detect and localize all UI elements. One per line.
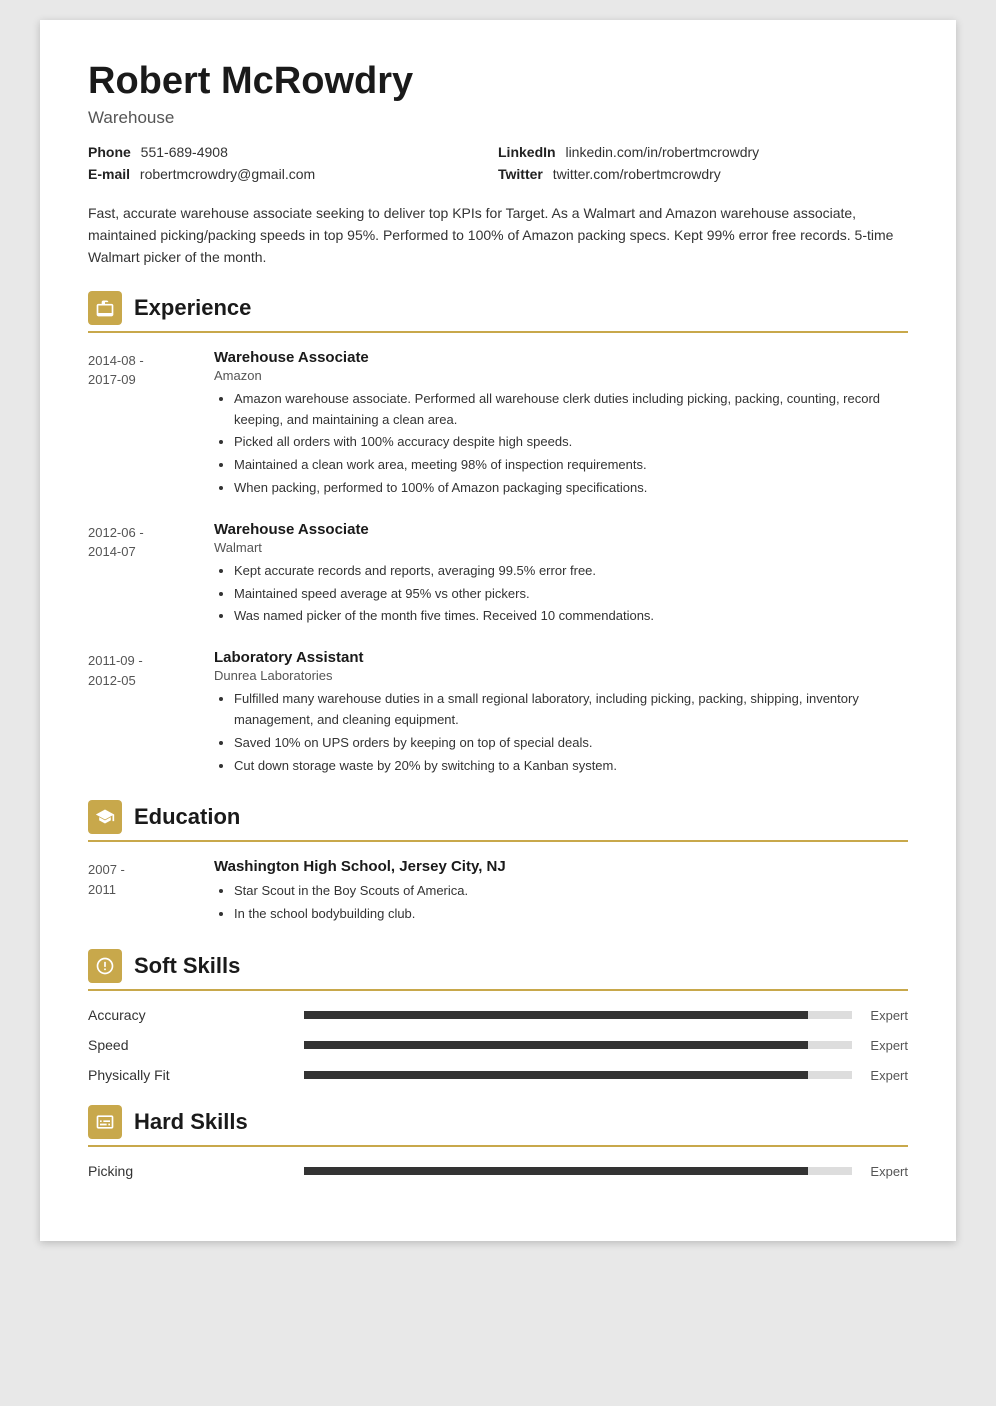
skill-name: Speed [88, 1037, 288, 1053]
bullet-item: Cut down storage waste by 20% by switchi… [234, 756, 908, 777]
skill-level: Expert [868, 1164, 908, 1179]
hard-skills-list: Picking Expert [88, 1163, 908, 1179]
contact-section: Phone 551-689-4908 LinkedIn linkedin.com… [88, 144, 908, 182]
date-range: 2014-08 -2017-09 [88, 349, 198, 501]
phone-item: Phone 551-689-4908 [88, 144, 498, 160]
experience-item: 2014-08 -2017-09 Warehouse Associate Ama… [88, 349, 908, 501]
skill-name: Physically Fit [88, 1067, 288, 1083]
edu-bullet-item: In the school bodybuilding club. [234, 904, 908, 925]
job-title: Warehouse Associate [214, 521, 908, 538]
job-content: Warehouse Associate Walmart Kept accurat… [214, 521, 908, 629]
bullet-list: Kept accurate records and reports, avera… [214, 561, 908, 627]
soft-skill-item: Speed Expert [88, 1037, 908, 1053]
soft-skill-item: Accuracy Expert [88, 1007, 908, 1023]
bullet-item: Was named picker of the month five times… [234, 606, 908, 627]
briefcase-icon [88, 291, 122, 325]
experience-title: Experience [134, 295, 251, 321]
candidate-title: Warehouse [88, 108, 908, 128]
candidate-name: Robert McRowdry [88, 60, 908, 104]
experience-list: 2014-08 -2017-09 Warehouse Associate Ama… [88, 349, 908, 779]
soft-skills-list: Accuracy Expert Speed Expert Physically … [88, 1007, 908, 1083]
skill-bar-container [304, 1167, 852, 1175]
skill-level: Expert [868, 1038, 908, 1053]
summary-section: Fast, accurate warehouse associate seeki… [88, 202, 908, 269]
header-section: Robert McRowdry Warehouse [88, 60, 908, 128]
soft-skills-icon [88, 949, 122, 983]
bullet-item: Amazon warehouse associate. Performed al… [234, 389, 908, 431]
experience-item: 2011-09 -2012-05 Laboratory Assistant Du… [88, 649, 908, 778]
company-name: Dunrea Laboratories [214, 668, 908, 683]
job-title: Laboratory Assistant [214, 649, 908, 666]
linkedin-label: LinkedIn [498, 144, 556, 160]
skill-name: Picking [88, 1163, 288, 1179]
bullet-item: Kept accurate records and reports, avera… [234, 561, 908, 582]
soft-skills-section: Soft Skills Accuracy Expert Speed Expert… [88, 949, 908, 1083]
date-range: 2011-09 -2012-05 [88, 649, 198, 778]
twitter-value: twitter.com/robertmcrowdry [553, 166, 721, 182]
hard-skills-title: Hard Skills [134, 1109, 248, 1135]
soft-skills-title: Soft Skills [134, 953, 240, 979]
skill-level: Expert [868, 1068, 908, 1083]
linkedin-value: linkedin.com/in/robertmcrowdry [565, 144, 759, 160]
twitter-item: Twitter twitter.com/robertmcrowdry [498, 166, 908, 182]
bullet-item: Maintained a clean work area, meeting 98… [234, 455, 908, 476]
edu-content: Washington High School, Jersey City, NJ … [214, 858, 908, 927]
linkedin-item: LinkedIn linkedin.com/in/robertmcrowdry [498, 144, 908, 160]
edu-bullet-list: Star Scout in the Boy Scouts of America.… [214, 881, 908, 925]
hard-skills-header: Hard Skills [88, 1105, 908, 1147]
bullet-item: Saved 10% on UPS orders by keeping on to… [234, 733, 908, 754]
bullet-list: Amazon warehouse associate. Performed al… [214, 389, 908, 499]
bullet-item: Fulfilled many warehouse duties in a sma… [234, 689, 908, 731]
skill-level: Expert [868, 1008, 908, 1023]
education-title: Education [134, 804, 240, 830]
skill-bar [304, 1071, 808, 1079]
skill-bar [304, 1011, 808, 1019]
job-content: Laboratory Assistant Dunrea Laboratories… [214, 649, 908, 778]
bullet-item: When packing, performed to 100% of Amazo… [234, 478, 908, 499]
skill-bar-container [304, 1011, 852, 1019]
phone-label: Phone [88, 144, 131, 160]
education-section: Education 2007 -2011 Washington High Sch… [88, 800, 908, 927]
phone-value: 551-689-4908 [141, 144, 228, 160]
skill-bar [304, 1167, 808, 1175]
edu-bullet-item: Star Scout in the Boy Scouts of America. [234, 881, 908, 902]
twitter-label: Twitter [498, 166, 543, 182]
skill-bar-container [304, 1071, 852, 1079]
bullet-item: Maintained speed average at 95% vs other… [234, 584, 908, 605]
education-icon [88, 800, 122, 834]
company-name: Walmart [214, 540, 908, 555]
hard-skills-section: Hard Skills Picking Expert [88, 1105, 908, 1179]
education-list: 2007 -2011 Washington High School, Jerse… [88, 858, 908, 927]
resume-container: Robert McRowdry Warehouse Phone 551-689-… [40, 20, 956, 1241]
email-item: E-mail robertmcrowdry@gmail.com [88, 166, 498, 182]
skill-bar [304, 1041, 808, 1049]
bullet-item: Picked all orders with 100% accuracy des… [234, 432, 908, 453]
hard-skills-icon [88, 1105, 122, 1139]
skill-name: Accuracy [88, 1007, 288, 1023]
education-item: 2007 -2011 Washington High School, Jerse… [88, 858, 908, 927]
skill-bar-container [304, 1041, 852, 1049]
edu-date-range: 2007 -2011 [88, 858, 198, 927]
job-title: Warehouse Associate [214, 349, 908, 366]
date-range: 2012-06 -2014-07 [88, 521, 198, 629]
education-header: Education [88, 800, 908, 842]
experience-item: 2012-06 -2014-07 Warehouse Associate Wal… [88, 521, 908, 629]
job-content: Warehouse Associate Amazon Amazon wareho… [214, 349, 908, 501]
soft-skills-header: Soft Skills [88, 949, 908, 991]
school-title: Washington High School, Jersey City, NJ [214, 858, 908, 875]
company-name: Amazon [214, 368, 908, 383]
hard-skill-item: Picking Expert [88, 1163, 908, 1179]
email-label: E-mail [88, 166, 130, 182]
soft-skill-item: Physically Fit Expert [88, 1067, 908, 1083]
experience-header: Experience [88, 291, 908, 333]
email-value: robertmcrowdry@gmail.com [140, 166, 315, 182]
bullet-list: Fulfilled many warehouse duties in a sma… [214, 689, 908, 776]
experience-section: Experience 2014-08 -2017-09 Warehouse As… [88, 291, 908, 779]
